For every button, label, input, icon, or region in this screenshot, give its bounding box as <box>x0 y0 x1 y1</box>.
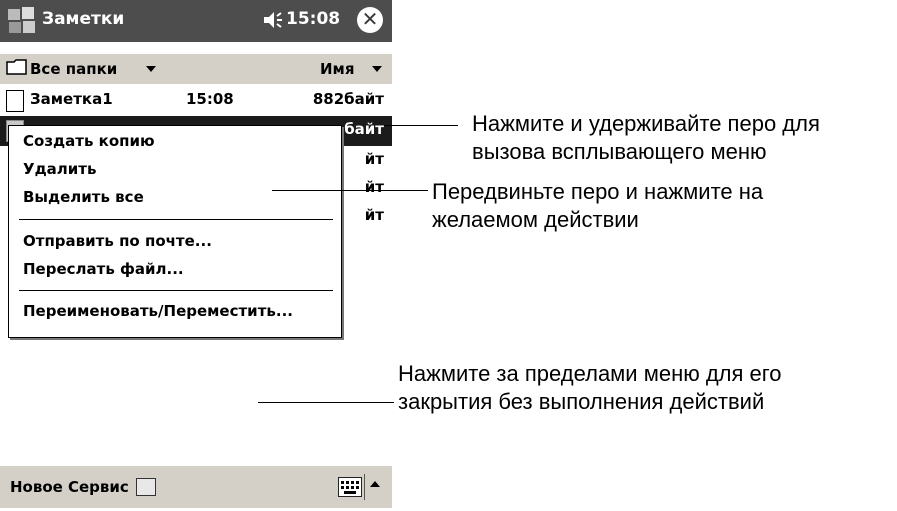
recorder-icon[interactable] <box>136 478 156 496</box>
sort-selector[interactable]: Имя <box>320 60 354 78</box>
menu-divider <box>19 219 333 220</box>
menu-item-beam-file[interactable]: Переслать файл... <box>23 260 184 278</box>
callout-line <box>272 190 428 191</box>
new-button[interactable]: Новое <box>10 478 63 496</box>
context-menu: Создать копию Удалить Выделить все Отпра… <box>8 125 342 338</box>
note-size: 882байт <box>312 90 384 108</box>
note-size: йт <box>364 178 384 196</box>
clock-time[interactable]: 15:08 <box>286 9 340 29</box>
speaker-icon[interactable] <box>262 10 284 30</box>
callout-line <box>384 125 458 126</box>
title-bar: Заметки 15:08 ✕ <box>0 0 392 42</box>
menu-item-select-all[interactable]: Выделить все <box>23 188 144 206</box>
note-size: йт <box>364 150 384 168</box>
callout-hold: Нажмите и удерживайте перо для вызова вс… <box>472 111 820 164</box>
menu-item-copy[interactable]: Создать копию <box>23 132 155 150</box>
chevron-down-icon[interactable] <box>372 66 382 72</box>
menu-item-send-mail[interactable]: Отправить по почте... <box>23 232 212 250</box>
callout-move: Передвиньте перо и нажмите на желаемом д… <box>432 179 764 232</box>
note-size: байт <box>344 120 384 138</box>
chevron-down-icon[interactable] <box>146 66 156 72</box>
callout-outside: Нажмите за пределами меню для его закрыт… <box>398 361 782 414</box>
app-title: Заметки <box>42 9 125 29</box>
list-item[interactable]: Заметка1 15:08 882байт <box>0 86 392 116</box>
note-size: йт <box>364 206 384 224</box>
close-icon[interactable]: ✕ <box>357 7 383 33</box>
note-time: 15:08 <box>186 90 234 108</box>
folder-bar: Все папки Имя <box>0 54 392 84</box>
tools-menu-button[interactable]: Сервис <box>68 478 129 496</box>
note-icon <box>6 90 24 112</box>
chevron-up-icon[interactable] <box>370 481 380 487</box>
callout-line <box>258 402 394 403</box>
windows-start-icon[interactable] <box>6 5 38 37</box>
folder-icon <box>6 59 27 75</box>
menu-divider <box>19 290 333 291</box>
note-name: Заметка1 <box>30 90 113 108</box>
folder-selector[interactable]: Все папки <box>30 60 117 78</box>
menu-item-delete[interactable]: Удалить <box>23 160 96 178</box>
divider <box>364 474 365 500</box>
keyboard-icon[interactable] <box>338 477 362 497</box>
command-bar: Новое Сервис <box>0 466 392 508</box>
menu-item-rename-move[interactable]: Переименовать/Переместить... <box>23 302 293 320</box>
